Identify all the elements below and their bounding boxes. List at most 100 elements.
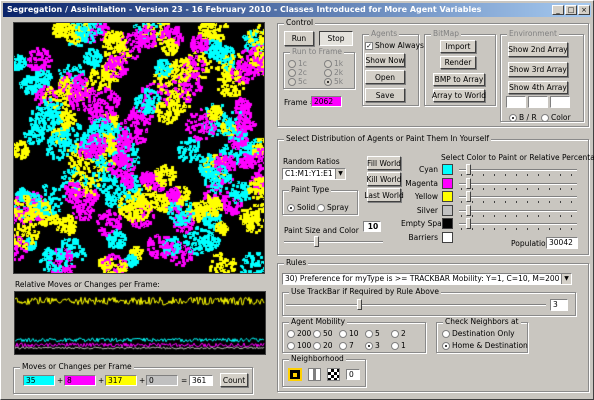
radio-icon <box>391 342 399 350</box>
dropdown-arrow-icon[interactable]: ▼ <box>335 169 345 179</box>
mobility-3[interactable]: 3 <box>365 341 380 350</box>
env-field-2[interactable] <box>528 96 548 108</box>
solid-radio[interactable]: Solid <box>287 203 315 212</box>
fill-world-button[interactable]: Fill World <box>367 156 401 170</box>
run-to-frame-2c[interactable]: 2c <box>288 68 307 77</box>
env-field-3[interactable] <box>550 96 570 108</box>
population-field[interactable]: 30042 <box>546 237 578 249</box>
neighborhood-cross-icon[interactable] <box>308 368 321 381</box>
color-swatch-cyan[interactable] <box>442 164 453 175</box>
percentage-slider-silver[interactable] <box>459 204 577 217</box>
total-moves-field[interactable]: 361 <box>189 375 213 386</box>
run-button[interactable]: Run <box>284 31 314 46</box>
mobility-10[interactable]: 10 <box>339 329 359 338</box>
color-swatch-silver[interactable] <box>442 204 453 216</box>
mobility-7-label: 7 <box>349 341 354 350</box>
percentage-slider-empty-space[interactable] <box>459 218 577 230</box>
spray-radio[interactable]: Spray <box>317 203 349 212</box>
show-2nd-array-button[interactable]: Show 2nd Array <box>508 42 568 57</box>
tick-mark <box>549 228 550 230</box>
tick-mark <box>571 228 572 230</box>
color-radio[interactable]: Color <box>541 113 571 122</box>
dropdown-arrow-icon[interactable]: ▼ <box>561 274 571 284</box>
cyan-moves-field[interactable]: 35 <box>23 375 55 386</box>
yellow-moves-field[interactable]: 317 <box>105 375 137 386</box>
save-button[interactable]: Save <box>365 88 405 102</box>
slider-thumb[interactable] <box>466 204 471 216</box>
slider-thumb[interactable] <box>466 191 471 202</box>
kill-world-button[interactable]: Kill World <box>366 172 402 186</box>
stop-button[interactable]: Stop <box>319 31 353 46</box>
run-to-frame-1c[interactable]: 1c <box>288 59 307 68</box>
slider-thumb[interactable] <box>466 164 471 175</box>
tick-mark <box>505 201 506 203</box>
mobility-100[interactable]: 100 <box>287 341 311 350</box>
radio-icon <box>509 114 517 122</box>
ratio-select[interactable]: C1:M1:Y1:E1 ▼ <box>282 168 346 180</box>
open-button[interactable]: Open <box>365 70 405 84</box>
run-to-frame-5k[interactable]: 5k <box>324 77 343 86</box>
last-world-button[interactable]: Last World <box>364 188 404 202</box>
neighborhood-solid-icon[interactable] <box>288 368 302 381</box>
import-button[interactable]: Import <box>440 40 476 53</box>
percentage-slider-magenta[interactable] <box>459 177 577 190</box>
rule-trackbar[interactable] <box>286 299 546 311</box>
paint-size-slider[interactable] <box>284 236 383 248</box>
mobility-20[interactable]: 20 <box>313 341 333 350</box>
count-button[interactable]: Count <box>220 373 248 387</box>
trackbar-value-field[interactable]: 3 <box>550 299 568 311</box>
env-field-1[interactable] <box>506 96 526 108</box>
slider-thumb[interactable] <box>466 177 471 189</box>
color-swatch-magenta[interactable] <box>442 177 453 189</box>
maximize-button[interactable]: □ <box>565 5 577 15</box>
show-3rd-array-button[interactable]: Show 3rd Array <box>508 62 568 77</box>
distribution-group-title: Select Distribution of Agents or Paint T… <box>284 134 492 143</box>
tick-mark <box>560 214 561 217</box>
slider-thumb[interactable] <box>466 218 471 229</box>
paint-size-field[interactable]: 10 <box>363 221 381 232</box>
destination-only-radio[interactable]: Destination Only <box>442 329 515 338</box>
equals-sign: = <box>181 376 188 385</box>
tick-mark <box>472 174 473 176</box>
color-swatch-yellow[interactable] <box>442 191 453 202</box>
color-swatch-empty-space[interactable] <box>442 218 453 229</box>
random-ratios-label: Random Ratios <box>283 157 340 166</box>
mobility-200[interactable]: 200 <box>287 329 311 338</box>
bw-radio[interactable]: B / R <box>509 113 537 122</box>
mobility-2[interactable]: 2 <box>391 329 406 338</box>
mobility-7[interactable]: 7 <box>339 341 354 350</box>
silver-moves-field[interactable]: 0 <box>146 375 178 386</box>
minimize-button[interactable]: _ <box>552 5 564 15</box>
slider-thumb[interactable] <box>357 299 362 310</box>
color-swatch-barriers[interactable] <box>442 231 453 243</box>
show-always-checkbox[interactable]: ✓ Show Always <box>365 41 424 50</box>
tick-mark <box>538 201 539 203</box>
percentage-slider-cyan[interactable] <box>459 164 577 176</box>
render-button[interactable]: Render <box>440 56 476 69</box>
run-to-frame-5c[interactable]: 5c <box>288 77 307 86</box>
neighborhood-value-field[interactable]: 0 <box>346 369 360 380</box>
slider-thumb[interactable] <box>314 236 319 247</box>
rule-select[interactable]: 30) Preference for myType is >= TRACKBAR… <box>282 273 572 285</box>
mobility-1[interactable]: 1 <box>391 341 406 350</box>
bmp-to-array-button[interactable]: BMP to Array <box>433 73 485 86</box>
run-to-frame-2k[interactable]: 2k <box>324 68 343 77</box>
neighborhood-checker-icon[interactable] <box>327 368 340 381</box>
tick-mark <box>560 174 561 176</box>
tick-mark <box>571 174 572 176</box>
array-to-world-button[interactable]: Array to World <box>432 89 486 102</box>
close-button[interactable]: × <box>578 5 590 15</box>
home-destination-radio[interactable]: Home & Destination <box>442 341 528 350</box>
radio-icon <box>365 330 373 338</box>
paint-type-title: Paint Type <box>289 185 332 194</box>
mobility-50[interactable]: 50 <box>313 329 333 338</box>
frame-number-field[interactable]: 2062 <box>311 96 342 107</box>
percentage-slider-yellow[interactable] <box>459 191 577 203</box>
show-now-button[interactable]: Show Now <box>365 53 405 67</box>
tick-mark <box>494 187 495 190</box>
magenta-moves-field[interactable]: 8 <box>64 375 96 386</box>
mobility-5[interactable]: 5 <box>365 329 380 338</box>
show-4th-array-button[interactable]: Show 4th Array <box>508 81 568 94</box>
run-to-frame-1k[interactable]: 1k <box>324 59 343 68</box>
world-canvas[interactable] <box>13 22 265 274</box>
